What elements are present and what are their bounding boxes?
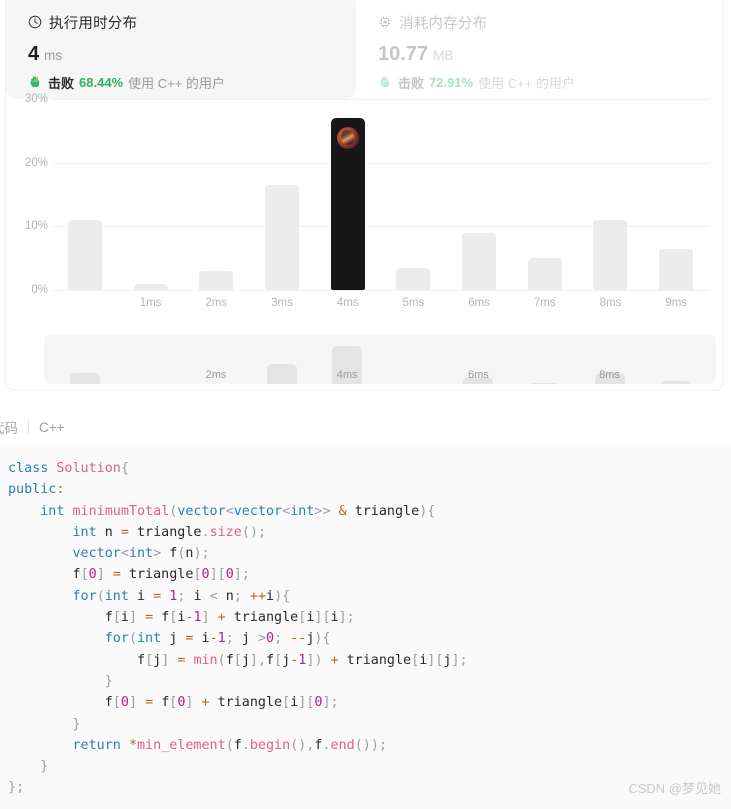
chart-bar[interactable]: [512, 99, 578, 290]
x-tick-label: 2ms: [205, 297, 228, 309]
x-tick-label: 8ms: [599, 297, 622, 309]
x-tick-label: 4ms: [336, 297, 359, 309]
runtime-metric: 4 ms: [28, 44, 356, 64]
memory-beat-suffix: 使用 C++ 的用户: [478, 76, 575, 91]
x-tick-label: 7ms: [533, 297, 556, 309]
bar-rect: [133, 283, 168, 290]
user-avatar-marker: [336, 127, 359, 150]
x-tick-label: 3ms: [271, 297, 293, 309]
runtime-beat-suffix: 使用 C++ 的用户: [128, 76, 225, 91]
bar-rect: [330, 118, 365, 290]
raised-hand-icon: [28, 74, 43, 91]
chart-bars: [52, 99, 709, 290]
runtime-beat-line: 击败 68.44% 使用 C++ 的用户: [28, 73, 356, 92]
memory-beat-label: 击败: [398, 76, 425, 91]
minimap-labels: 2ms 4ms 6ms 8ms: [52, 368, 708, 382]
bar-rect: [67, 219, 102, 290]
runtime-distribution-panel[interactable]: 执行用时分布 4 ms 击败 68.44% 使用 C++ 的用户: [6, 0, 356, 99]
chart-bar[interactable]: [446, 99, 512, 290]
minimap-tick-label: [118, 368, 184, 382]
x-tick-label: 6ms: [468, 297, 490, 309]
runtime-distribution-chart[interactable]: 0% 10% 20% 30% 1ms 2ms 3ms 4ms 5ms 6ms 7ms 8ms 9ms: [6, 93, 723, 334]
chart-bar[interactable]: [249, 99, 315, 290]
chart-bar[interactable]: [183, 99, 249, 290]
memory-metric: 10.77 MB: [378, 44, 716, 64]
x-tick-label: 1ms: [139, 297, 162, 309]
chart-y-axis: 0% 10% 20% 30%: [6, 93, 52, 314]
code-section-header: 代码 C++: [0, 412, 731, 442]
y-tick-label: 20%: [24, 156, 48, 169]
chart-range-minimap[interactable]: 2ms 4ms 6ms 8ms: [44, 334, 716, 384]
header-divider: [28, 420, 29, 434]
runtime-panel-header: 执行用时分布: [28, 13, 356, 32]
minimap-tick-label: [511, 368, 577, 382]
raised-hand-icon: [378, 74, 393, 91]
runtime-value: 4: [28, 43, 40, 65]
minimap-tick-label: [642, 368, 708, 382]
tab-code[interactable]: 代码: [0, 417, 18, 437]
x-tick-label: 9ms: [665, 297, 688, 309]
chart-bar[interactable]: [118, 99, 184, 290]
code-content: class Solution{ public: int minimumTotal…: [8, 461, 468, 796]
gridline: [52, 290, 709, 291]
chart-bar[interactable]: [52, 99, 118, 290]
x-tick-label: [52, 292, 118, 314]
bar-rect: [396, 267, 431, 290]
minimap-tick-label: 8ms: [599, 369, 620, 381]
memory-distribution-panel[interactable]: 消耗内存分布 10.77 MB 击败 72.91% 使用 C++ 的用户: [356, 0, 716, 99]
code-language-label: C++: [39, 419, 65, 435]
minimap-tick-label: 2ms: [205, 369, 227, 381]
chart-bar-selected[interactable]: [315, 99, 381, 290]
memory-unit: MB: [433, 48, 454, 63]
chart-bar[interactable]: [643, 99, 709, 290]
minimap-bar-rect: [528, 383, 559, 384]
chip-icon: [378, 15, 392, 29]
runtime-beat-label: 击败: [48, 76, 75, 91]
memory-beat-line: 击败 72.91% 使用 C++ 的用户: [378, 73, 716, 92]
memory-panel-header: 消耗内存分布: [378, 13, 716, 32]
runtime-unit: ms: [44, 48, 63, 63]
bar-rect: [593, 219, 628, 290]
chart-plot-area: 1ms 2ms 3ms 4ms 5ms 6ms 7ms 8ms 9ms: [52, 99, 709, 314]
code-block[interactable]: class Solution{ public: int minimumTotal…: [0, 444, 731, 809]
stats-panels: 执行用时分布 4 ms 击败 68.44% 使用 C++ 的用户 消耗内存分布 …: [6, 0, 723, 99]
bar-rect: [264, 184, 299, 290]
chart-x-axis: 1ms 2ms 3ms 4ms 5ms 6ms 7ms 8ms 9ms: [52, 292, 709, 314]
x-tick-label: 5ms: [402, 297, 425, 309]
submission-stats-card: 执行用时分布 4 ms 击败 68.44% 使用 C++ 的用户 消耗内存分布 …: [5, 0, 724, 391]
minimap-tick-label: 4ms: [336, 369, 358, 381]
bar-rect: [199, 270, 234, 290]
bar-rect: [659, 248, 694, 290]
minimap-tick-label: [52, 368, 118, 382]
csdn-watermark: CSDN @梦见她: [628, 781, 721, 796]
y-tick-label: 0%: [31, 284, 48, 296]
chart-bar[interactable]: [381, 99, 447, 290]
minimap-tick-label: [380, 368, 446, 382]
minimap-tick-label: 6ms: [467, 369, 489, 381]
minimap-tick-label: [249, 368, 315, 382]
clock-icon: [28, 15, 42, 29]
chart-bar[interactable]: [578, 99, 644, 290]
runtime-panel-title: 执行用时分布: [49, 15, 138, 32]
y-tick-label: 10%: [24, 220, 48, 233]
runtime-beat-percent: 68.44%: [79, 75, 124, 90]
memory-panel-title: 消耗内存分布: [399, 15, 488, 32]
bar-rect: [462, 232, 497, 290]
memory-value: 10.77: [378, 43, 429, 65]
y-tick-label: 30%: [24, 93, 48, 105]
page-root: 执行用时分布 4 ms 击败 68.44% 使用 C++ 的用户 消耗内存分布 …: [0, 0, 731, 809]
bar-rect: [527, 258, 562, 290]
memory-beat-percent: 72.91%: [429, 75, 474, 90]
